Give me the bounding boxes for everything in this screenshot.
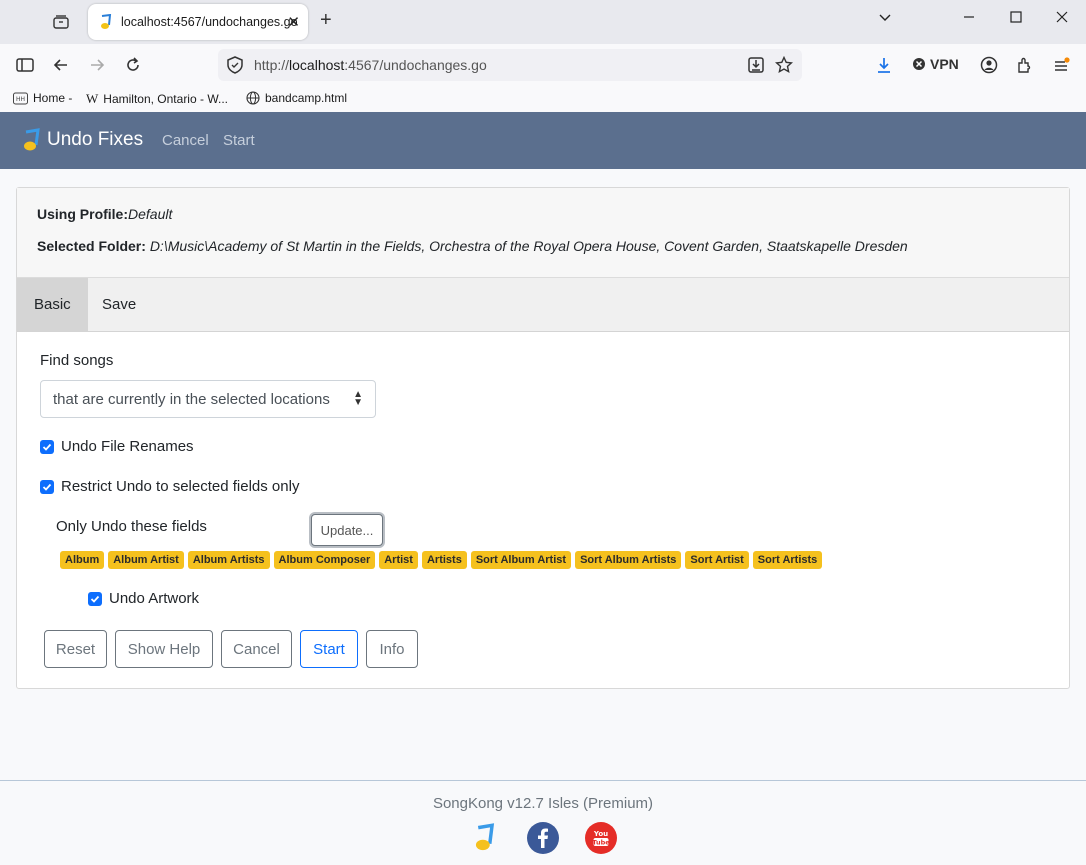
footer-version: SongKong v12.7 Isles (Premium) — [432, 795, 654, 812]
start-button[interactable]: Start — [300, 630, 358, 668]
new-tab-icon[interactable]: + — [320, 9, 332, 32]
field-badge: Album Artist — [108, 551, 184, 569]
undo-renames-option: Undo File Renames — [40, 438, 194, 455]
chevron-down-icon[interactable] — [878, 10, 892, 29]
undo-card: Using Profile:Default Selected Folder: D… — [16, 187, 1070, 689]
wikipedia-icon: W — [86, 91, 99, 106]
tab-list-icon[interactable] — [48, 10, 74, 34]
profile-label: Using Profile: — [37, 206, 129, 222]
save-page-icon[interactable] — [746, 55, 766, 75]
extensions-icon[interactable] — [1013, 53, 1037, 77]
tab-title: localhost:4567/undochanges.go — [121, 15, 298, 29]
tab-basic[interactable]: Basic — [17, 278, 88, 331]
vpn-icon — [913, 58, 925, 70]
undo-renames-label: Undo File Renames — [61, 438, 194, 455]
profile-info: Using Profile:Default — [37, 206, 172, 222]
reset-button[interactable]: Reset — [44, 630, 107, 668]
field-badge: Album Artists — [187, 551, 270, 569]
svg-text:Tube: Tube — [592, 839, 610, 847]
home-favicon-icon: HH — [13, 92, 28, 104]
globe-icon — [246, 91, 260, 105]
downloads-icon[interactable] — [872, 53, 896, 77]
undo-artwork-option: Undo Artwork — [88, 590, 199, 607]
account-icon[interactable] — [977, 53, 1001, 77]
folder-info: Selected Folder: D:\Music\Academy of St … — [37, 238, 908, 254]
restrict-option: Restrict Undo to selected fields only — [40, 478, 299, 495]
restrict-label: Restrict Undo to selected fields only — [61, 478, 300, 495]
close-tab-icon[interactable]: ✕ — [287, 13, 300, 31]
field-badge: Album — [60, 551, 105, 569]
undo-renames-checkbox[interactable] — [40, 439, 54, 454]
tab-save[interactable]: Save — [85, 278, 153, 331]
only-fields-label: Only Undo these fields — [56, 518, 207, 535]
app-brand[interactable]: Undo Fixes — [18, 127, 143, 153]
facebook-icon[interactable] — [527, 822, 559, 854]
browser-toolbar: http://localhost:4567/undochanges.go VPN — [0, 44, 1086, 86]
app-navbar: Undo Fixes Cancel Start — [0, 112, 1086, 169]
find-songs-select[interactable]: that are currently in the selected locat… — [40, 380, 376, 418]
card-header: Using Profile:Default Selected Folder: D… — [17, 188, 1069, 278]
youtube-icon[interactable]: You Tube — [585, 822, 617, 854]
songkong-favicon-icon — [101, 14, 112, 29]
panel-tabs: Basic Save — [17, 278, 1069, 332]
svg-text:You: You — [593, 830, 608, 838]
bookmark-star-icon[interactable] — [774, 55, 794, 75]
field-badges: Album Album Artist Album Artists Album C… — [60, 551, 823, 569]
undo-artwork-label: Undo Artwork — [109, 590, 200, 607]
field-badge: Artists — [421, 551, 467, 569]
undo-artwork-checkbox[interactable] — [88, 591, 102, 606]
forward-arrow-icon[interactable] — [85, 53, 109, 77]
menu-icon[interactable] — [1049, 53, 1073, 77]
folder-label: Selected Folder: — [37, 238, 146, 254]
svg-text:HH: HH — [16, 96, 25, 103]
bookmark-hamilton[interactable]: W Hamilton, Ontario - W... — [86, 91, 228, 107]
browser-tabstrip: localhost:4567/undochanges.go ✕ + — [0, 0, 1086, 44]
field-badge: Sort Artist — [685, 551, 749, 569]
cancel-button[interactable]: Cancel — [221, 630, 292, 668]
select-arrows-icon: ▲ ▼ — [353, 389, 363, 408]
close-window-icon[interactable] — [1055, 10, 1069, 29]
field-badge: Sort Artists — [752, 551, 823, 569]
vpn-button[interactable]: VPN — [912, 56, 959, 72]
songkong-logo-icon[interactable] — [468, 822, 500, 854]
browser-tab[interactable]: localhost:4567/undochanges.go ✕ — [88, 4, 308, 40]
info-button[interactable]: Info — [366, 630, 418, 668]
reload-icon[interactable] — [121, 53, 145, 77]
url-text[interactable]: http://localhost:4567/undochanges.go — [254, 57, 487, 73]
nav-cancel-link[interactable]: Cancel — [162, 132, 209, 149]
songkong-logo-icon — [24, 128, 40, 151]
nav-start-link[interactable]: Start — [223, 132, 255, 149]
folder-value: D:\Music\Academy of St Martin in the Fie… — [149, 238, 908, 254]
field-badge: Sort Album Artist — [470, 551, 572, 569]
back-arrow-icon[interactable] — [49, 53, 73, 77]
field-badge: Album Composer — [273, 551, 376, 569]
sidebar-icon[interactable] — [13, 53, 37, 77]
address-bar[interactable]: http://localhost:4567/undochanges.go — [218, 49, 802, 81]
bookmark-bandcamp[interactable]: bandcamp.html — [246, 91, 347, 105]
shield-icon[interactable] — [226, 56, 244, 74]
vpn-label: VPN — [930, 56, 959, 72]
bookmarks-bar: HH Home - W Hamilton, Ontario - W... ban… — [0, 86, 1086, 112]
restrict-checkbox[interactable] — [40, 479, 54, 494]
find-songs-value: that are currently in the selected locat… — [53, 390, 330, 408]
minimize-icon[interactable] — [962, 10, 976, 29]
bookmark-home[interactable]: HH Home - — [13, 91, 72, 105]
app-title: Undo Fixes — [47, 129, 144, 150]
maximize-icon[interactable] — [1009, 10, 1023, 29]
find-songs-label: Find songs — [40, 352, 114, 369]
field-badge: Artist — [379, 551, 418, 569]
footer-divider — [0, 780, 1086, 781]
field-badge: Sort Album Artists — [575, 551, 682, 569]
update-fields-button[interactable]: Update... — [311, 514, 383, 546]
show-help-button[interactable]: Show Help — [115, 630, 213, 668]
profile-value: Default — [128, 206, 173, 222]
